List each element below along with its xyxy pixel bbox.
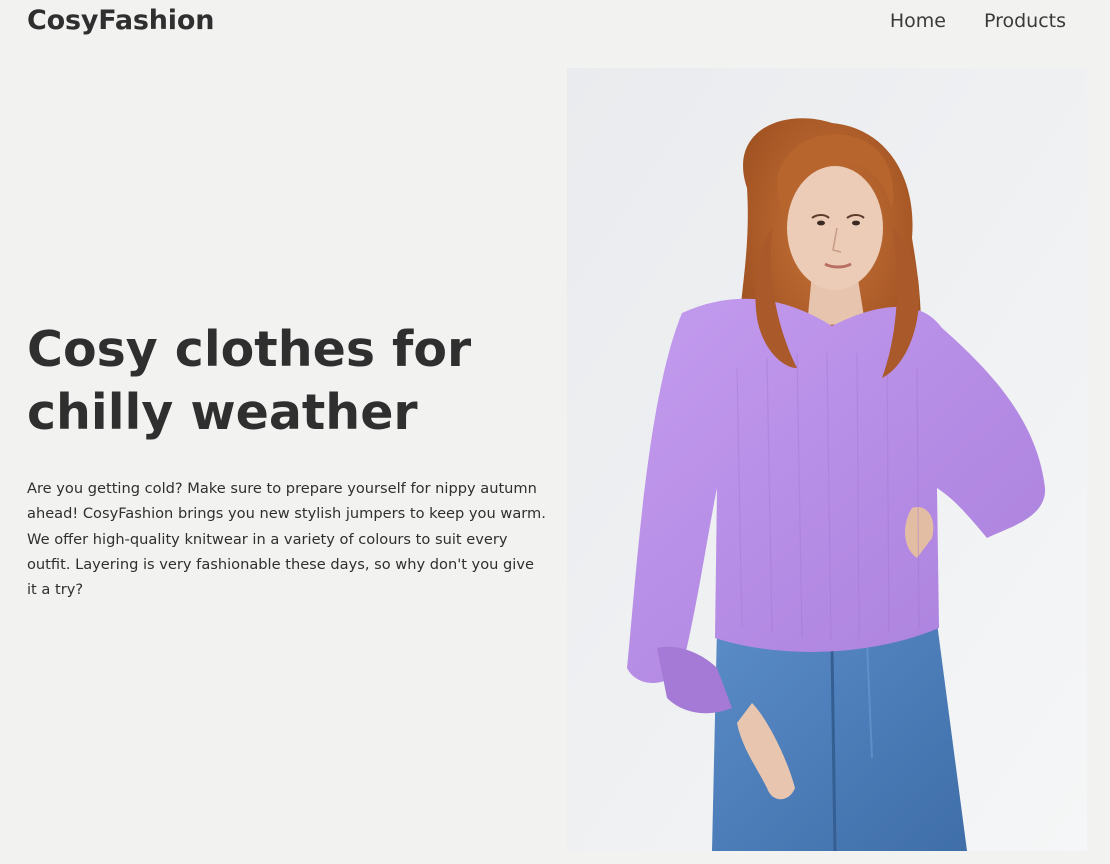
nav-home-link[interactable]: Home [890,9,946,33]
model-illustration [567,68,1087,851]
main-nav: Home Products [890,9,1066,33]
brand-logo[interactable]: CosyFashion [27,4,214,38]
hero-description: Are you getting cold? Make sure to prepa… [27,480,546,599]
hero-title: Cosy clothes for chilly weather [27,321,472,441]
nav-products-link[interactable]: Products [984,9,1066,33]
hero-image [567,68,1087,851]
